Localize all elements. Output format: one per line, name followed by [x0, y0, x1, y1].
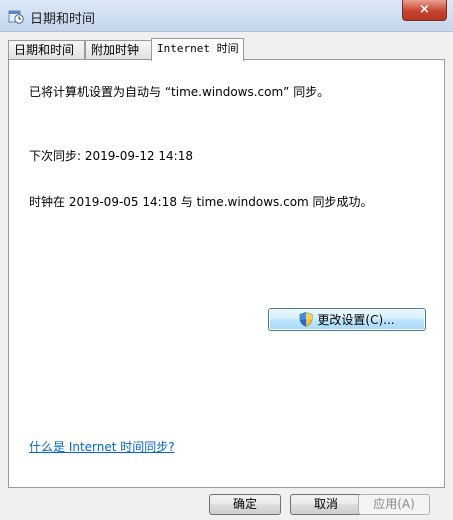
sync-status-text: 已将计算机设置为自动与 “time.windows.com” 同步。 — [29, 85, 330, 99]
tab-internet-time[interactable]: Internet 时间 — [151, 38, 244, 61]
change-settings-label: 更改设置(C)... — [317, 313, 395, 327]
clock-calendar-icon — [8, 8, 24, 24]
last-sync-text: 时钟在 2019-09-05 14:18 与 time.windows.com … — [29, 195, 373, 209]
window-title: 日期和时间 — [30, 12, 96, 27]
next-sync-text: 下次同步: 2019-09-12 14:18 — [29, 149, 193, 163]
cancel-button[interactable]: 取消 — [290, 494, 362, 515]
change-settings-button[interactable]: 更改设置(C)... — [268, 308, 426, 331]
close-button[interactable]: × — [402, 0, 447, 21]
internet-time-panel: 已将计算机设置为自动与 “time.windows.com” 同步。 下次同步:… — [8, 59, 445, 488]
tab-additional-clocks[interactable]: 附加时钟 — [85, 40, 152, 59]
tab-date-time[interactable]: 日期和时间 — [8, 40, 85, 59]
uac-shield-icon — [299, 312, 313, 327]
help-link[interactable]: 什么是 Internet 时间同步? — [29, 438, 175, 455]
date-time-dialog: 日期和时间 × 日期和时间 附加时钟 Internet 时间 已将计算机设置为自… — [0, 0, 453, 520]
title-bar[interactable]: 日期和时间 × — [0, 0, 453, 32]
apply-button[interactable]: 应用(A) — [358, 494, 430, 515]
ok-button[interactable]: 确定 — [209, 494, 281, 515]
